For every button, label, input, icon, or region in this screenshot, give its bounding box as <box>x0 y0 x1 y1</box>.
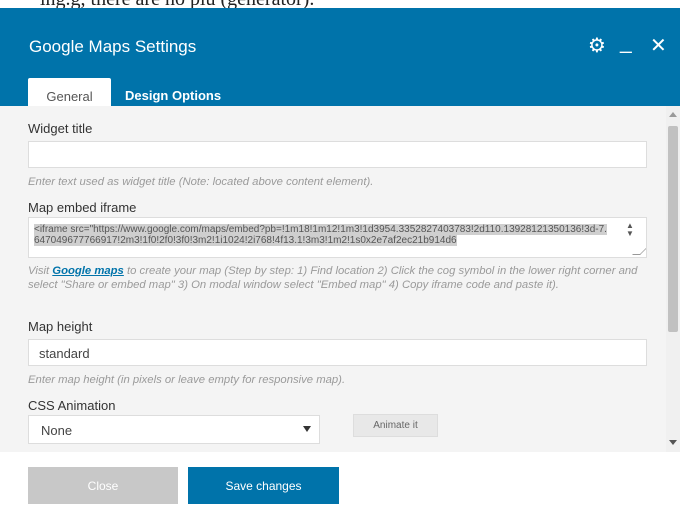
map-height-label: Map height <box>28 319 93 334</box>
css-animation-selected: None <box>41 423 73 438</box>
dropdown-arrow-icon <box>303 426 311 432</box>
google-maps-link[interactable]: Google maps <box>52 265 124 277</box>
save-changes-button[interactable]: Save changes <box>188 467 339 504</box>
map-height-description: Enter map height (in pixels or leave emp… <box>28 374 346 386</box>
tab-design-options[interactable]: Design Options <box>125 88 221 103</box>
scroll-thumb[interactable] <box>668 126 678 332</box>
scroll-down-arrow-icon[interactable] <box>669 440 677 445</box>
widget-title-input[interactable] <box>28 141 647 168</box>
widget-title-description: Enter text used as widget title (Note: l… <box>28 176 374 188</box>
gear-icon[interactable]: ⚙ <box>588 36 606 56</box>
resize-handle-icon[interactable] <box>632 247 646 255</box>
minimize-icon[interactable]: _ <box>620 32 632 53</box>
map-height-input[interactable]: standard <box>28 339 647 366</box>
tab-design-options-label: Design Options <box>125 88 222 103</box>
css-animation-select[interactable]: None <box>28 415 320 444</box>
background-text: ing.g, there are no plu (generator). <box>40 0 314 8</box>
spinner-icon[interactable]: ▲ ▼ <box>626 222 634 238</box>
map-embed-description: Visit Google maps to create your map (St… <box>28 264 653 292</box>
map-embed-value: <iframe src="https://www.google.com/maps… <box>34 224 607 246</box>
animate-it-button[interactable]: Animate it <box>353 414 438 437</box>
scroll-up-arrow-icon[interactable] <box>669 112 677 117</box>
modal-header: Google Maps Settings ⚙ _ ✕ General Desig… <box>0 8 680 114</box>
map-embed-textarea[interactable]: <iframe src="https://www.google.com/maps… <box>28 217 647 258</box>
widget-title-label: Widget title <box>28 121 93 136</box>
background-page-text: ing.g, there are no plu (generator). <box>0 0 680 8</box>
close-button[interactable]: Close <box>28 467 178 504</box>
tab-general-label: General <box>46 88 93 104</box>
modal-title: Google Maps Settings <box>29 37 197 56</box>
map-embed-label: Map embed iframe <box>28 200 137 215</box>
modal-footer: Close Save changes <box>0 452 680 509</box>
vertical-scrollbar[interactable] <box>666 106 680 452</box>
close-icon[interactable]: ✕ <box>650 36 667 56</box>
map-embed-description-prefix: Visit <box>28 265 53 277</box>
css-animation-label: CSS Animation <box>28 398 116 413</box>
